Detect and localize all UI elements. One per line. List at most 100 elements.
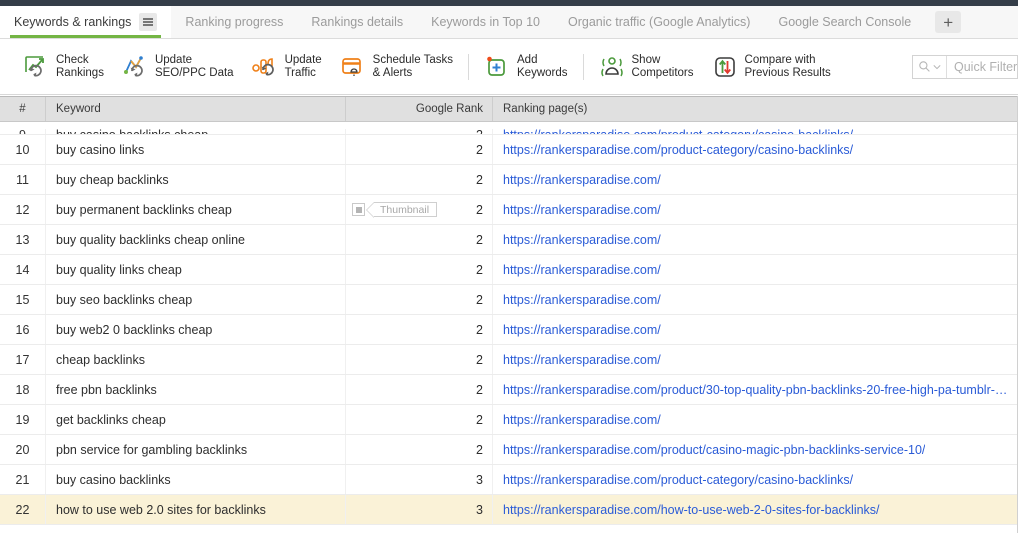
toolbar-button-show-competitors[interactable]: Show Competitors (590, 45, 703, 89)
google-rank-cell[interactable]: 2 (345, 165, 492, 194)
ranking-page-link[interactable]: https://rankersparadise.com/ (503, 233, 661, 247)
tab-ranking-progress[interactable]: Ranking progress (171, 6, 298, 38)
ranking-page-link[interactable]: https://rankersparadise.com/how-to-use-w… (503, 503, 880, 517)
quick-filter-input[interactable] (947, 55, 1017, 78)
table-row[interactable]: 19 get backlinks cheap 2 https://rankerspar… (0, 405, 1017, 435)
table-row[interactable]: 13 buy quality backlinks cheap online 2 htt… (0, 225, 1017, 255)
tab-menu-icon[interactable] (139, 13, 158, 31)
google-rank-cell[interactable]: 2 (345, 225, 492, 254)
toolbar-button-check-rankings[interactable]: Check Rankings (14, 45, 113, 89)
row-number: 15 (15, 292, 30, 307)
tab-google-search-console[interactable]: Google Search Console (764, 6, 926, 38)
table-row[interactable]: 11 buy cheap backlinks 2 https://rankerspar… (0, 165, 1017, 195)
column-header-google-rank[interactable]: Google Rank (345, 97, 492, 121)
rank-value: 3 (476, 502, 483, 517)
tab-organic-traffic-google-analytics[interactable]: Organic traffic (Google Analytics) (553, 6, 765, 38)
keyword-cell[interactable]: pbn service for gambling backlinks (45, 435, 345, 464)
thumbnail-preview-icon[interactable] (352, 203, 365, 216)
toolbar: Check Rankings Update SEO/PPC Data Update T… (0, 39, 1018, 95)
google-rank-cell[interactable]: Thumbnail 2 (345, 195, 492, 224)
app-window: Keywords & rankings Ranking progress Ranki… (0, 0, 1018, 533)
ranking-page-link[interactable]: https://rankersparadise.com/product-cate… (503, 473, 853, 487)
google-rank-cell[interactable]: 2 (345, 255, 492, 284)
thumbnail-control[interactable]: Thumbnail (346, 202, 438, 218)
column-header-number[interactable]: # (0, 97, 45, 121)
table-row[interactable]: 16 buy web2 0 backlinks cheap 2 https://ran… (0, 315, 1017, 345)
table-row[interactable]: 12 buy permanent backlinks cheap Thumbnail… (0, 195, 1017, 225)
toolbar-button-label-line1: Update (284, 53, 322, 66)
tab-keywords-rankings[interactable]: Keywords & rankings (0, 6, 172, 38)
ranking-page-link[interactable]: https://rankersparadise.com/product-cate… (503, 143, 853, 157)
ranking-page-cell: https://rankersparadise.com/ (492, 315, 1017, 344)
quick-filter-dropdown-button[interactable] (913, 55, 947, 78)
keyword-cell[interactable]: buy seo backlinks cheap (45, 285, 345, 314)
tab-keywords-in-top-10[interactable]: Keywords in Top 10 (417, 6, 554, 38)
toolbar-button-add-keywords[interactable]: Add Keywords (475, 45, 577, 89)
row-number: 22 (15, 502, 30, 517)
keyword-cell[interactable]: how to use web 2.0 sites for backlinks (45, 495, 345, 524)
ranking-page-link[interactable]: https://rankersparadise.com/ (503, 323, 661, 337)
toolbar-button-schedule-tasks[interactable]: Schedule Tasks & Alerts (331, 45, 462, 89)
ranking-page-link[interactable]: https://rankersparadise.com/product/casi… (503, 443, 925, 457)
table-row[interactable]: 15 buy seo backlinks cheap 2 https://ranker… (0, 285, 1017, 315)
row-number: 14 (15, 262, 30, 277)
table-row[interactable]: 21 buy casino backlinks 3 https://rankerspa… (0, 465, 1017, 495)
keyword-cell[interactable]: buy permanent backlinks cheap (45, 195, 345, 224)
table-row[interactable]: 17 cheap backlinks 2 https://rankersparadis… (0, 345, 1017, 375)
google-rank-cell[interactable]: 2 (345, 405, 492, 434)
keyword-cell[interactable]: free pbn backlinks (45, 375, 345, 404)
toolbar-button-label-line1: Check (56, 53, 89, 66)
google-rank-cell[interactable]: 2 (345, 375, 492, 404)
add-tab-button[interactable]: + (935, 11, 962, 33)
row-number: 17 (15, 352, 30, 367)
ranking-page-link[interactable]: https://rankersparadise.com/ (503, 263, 661, 277)
update-seo-ppc-data-icon (122, 54, 148, 80)
toolbar-button-label-line1: Schedule Tasks (372, 53, 454, 66)
quick-filter[interactable] (912, 54, 1018, 79)
keyword-cell[interactable]: buy quality links cheap (45, 255, 345, 284)
keyword-cell[interactable]: buy web2 0 backlinks cheap (45, 315, 345, 344)
google-rank-cell[interactable]: 2 (345, 435, 492, 464)
google-rank-cell[interactable]: 2 (345, 135, 492, 164)
compare-previous-icon (712, 54, 738, 80)
table-row[interactable]: 22 how to use web 2.0 sites for backlinks… (0, 495, 1017, 525)
ranking-page-link[interactable]: https://rankersparadise.com/product/30-t… (503, 383, 1013, 397)
table-row[interactable]: 14 buy quality links cheap 2 https://ranker… (0, 255, 1017, 285)
keyword-cell[interactable]: buy cheap backlinks (45, 165, 345, 194)
google-rank-cell[interactable]: 2 (345, 285, 492, 314)
table-row[interactable]: 10 buy casino links 2 https://rankersparadi… (0, 135, 1017, 165)
google-rank-cell[interactable]: 2 (345, 315, 492, 344)
google-rank-cell[interactable]: 3 (345, 465, 492, 494)
ranking-page-link[interactable]: https://rankersparadise.com/ (503, 353, 661, 367)
ranking-page-link[interactable]: https://rankersparadise.com/ (503, 173, 661, 187)
toolbar-button-compare-previous[interactable]: Compare with Previous Results (703, 45, 840, 89)
keyword-cell[interactable]: buy quality backlinks cheap online (45, 225, 345, 254)
toolbar-button-update-traffic[interactable]: Update Traffic (243, 45, 331, 89)
google-rank-cell[interactable]: 2 (345, 345, 492, 374)
update-traffic-icon (251, 54, 278, 80)
column-header-ranking-pages[interactable]: Ranking page(s) (492, 97, 1017, 121)
tab-label: Organic traffic (Google Analytics) (567, 15, 751, 29)
keyword-cell[interactable]: get backlinks cheap (45, 405, 345, 434)
ranking-page-link[interactable]: https://rankersparadise.com/ (503, 203, 661, 217)
table-row[interactable]: 18 free pbn backlinks 2 https://rankerspara… (0, 375, 1017, 405)
toolbar-button-label-line2: SEO/PPC Data (154, 66, 234, 79)
keyword-cell[interactable]: cheap backlinks (45, 345, 345, 374)
table-row[interactable]: 9 buy casino backlinks cheap 2 https://rank… (0, 122, 1017, 135)
ranking-page-link[interactable]: https://rankersparadise.com/ (503, 413, 661, 427)
keyword-cell[interactable]: buy casino backlinks (45, 465, 345, 494)
ranking-page-link[interactable]: https://rankersparadise.com/ (503, 293, 661, 307)
toolbar-button-update-seo-ppc-data[interactable]: Update SEO/PPC Data (113, 45, 243, 89)
toolbar-button-label-line2: Previous Results (744, 66, 831, 79)
ranking-page-cell: https://rankersparadise.com/product/casi… (492, 435, 1017, 464)
tab-rankings-details[interactable]: Rankings details (297, 6, 418, 38)
tab-label: Rankings details (311, 15, 404, 29)
tab-label: Ranking progress (185, 15, 284, 29)
table-body: 9 buy casino backlinks cheap 2 https://rank… (0, 122, 1017, 525)
table-row[interactable]: 20 pbn service for gambling backlinks 2 htt… (0, 435, 1017, 465)
google-rank-cell[interactable]: 3 (345, 495, 492, 524)
keyword-cell[interactable]: buy casino links (45, 135, 345, 164)
column-header-keyword[interactable]: Keyword (45, 97, 345, 121)
ranking-page-link[interactable]: https://rankersparadise.com/product-cate… (503, 128, 853, 134)
toolbar-button-label-line2: Traffic (284, 66, 316, 79)
